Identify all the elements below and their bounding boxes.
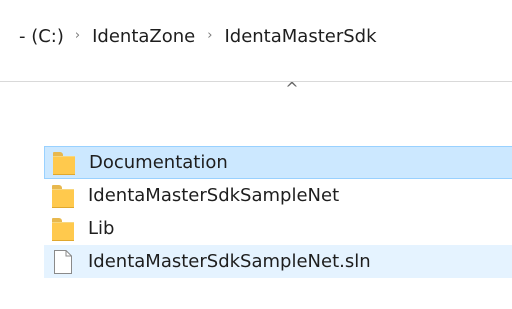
file-list: Documentation IdentaMasterSdkSampleNet L… [0,0,512,309]
file-name: IdentaMasterSdkSampleNet.sln [88,251,371,272]
document-icon [52,249,76,274]
list-item-identamastersdksamplenet-sln[interactable]: IdentaMasterSdkSampleNet.sln [44,245,512,278]
list-item-identamastersdksamplenet[interactable]: IdentaMasterSdkSampleNet [44,179,512,212]
file-name: Documentation [89,152,228,173]
folder-icon [52,184,76,208]
file-name: Lib [88,218,115,239]
list-item-documentation[interactable]: Documentation [44,146,512,179]
folder-icon [53,151,77,175]
folder-icon [52,217,76,241]
file-name: IdentaMasterSdkSampleNet [88,185,340,206]
list-item-lib[interactable]: Lib [44,212,512,245]
